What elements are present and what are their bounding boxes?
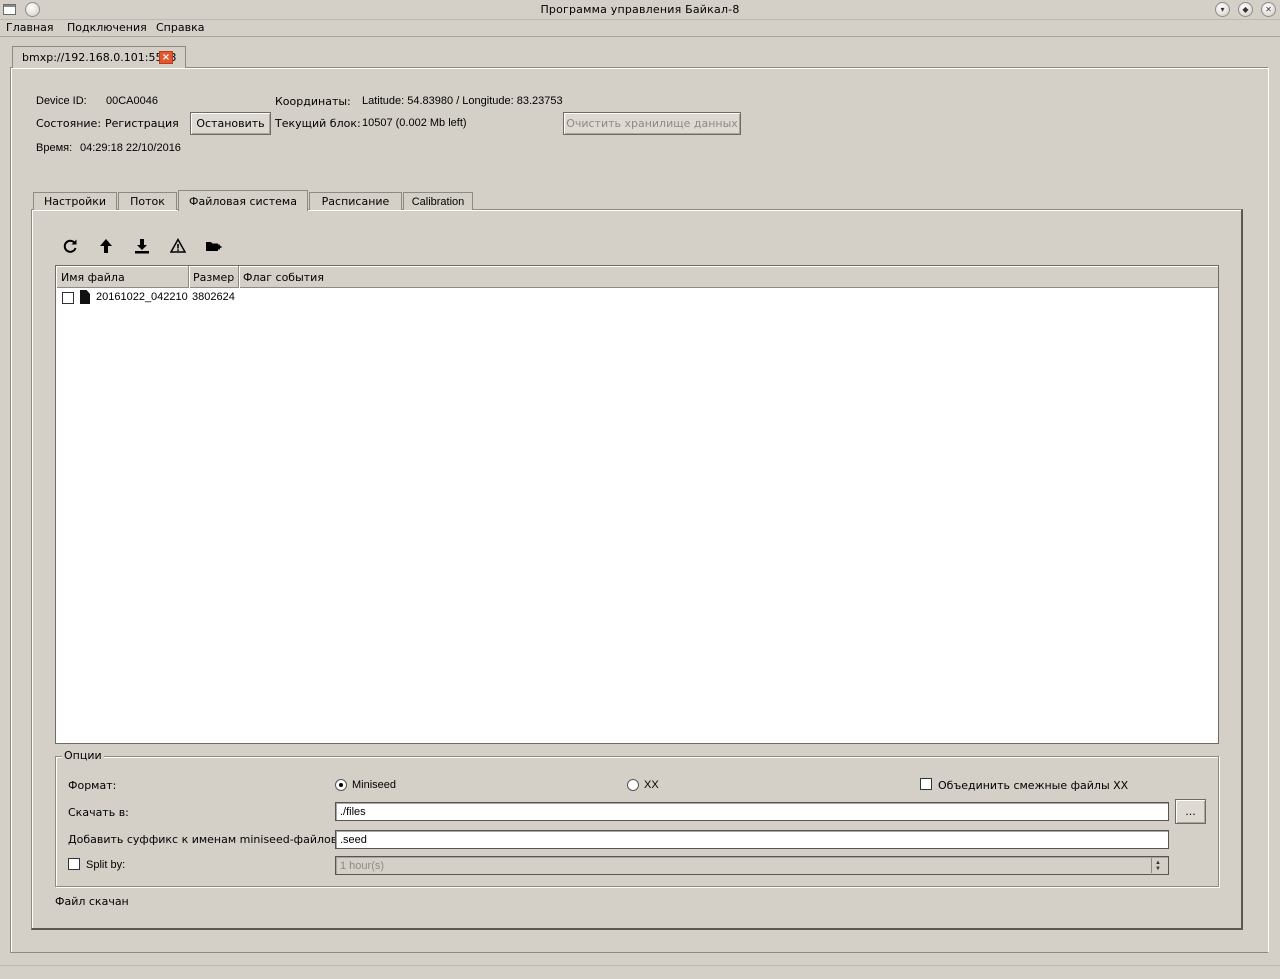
title-bar: Программа управления Байкал-8 ▾ ◆ ✕ bbox=[0, 0, 1280, 20]
tab-filesystem[interactable]: Файловая система bbox=[178, 190, 308, 211]
file-table: Имя файла Размер Флаг события 20161022_0… bbox=[55, 265, 1219, 744]
upload-icon[interactable] bbox=[95, 236, 117, 256]
add-folder-icon[interactable] bbox=[203, 236, 225, 256]
menu-bar: Главная Подключения Справка bbox=[0, 20, 1280, 37]
format-xx-radio[interactable] bbox=[627, 779, 639, 791]
close-window-button[interactable]: ✕ bbox=[1261, 2, 1276, 17]
tab-stream[interactable]: Поток bbox=[118, 192, 177, 210]
connection-tab[interactable]: bmxp://192.168.0.101:5513 × bbox=[12, 46, 186, 68]
file-name: 20161022_042210 bbox=[96, 291, 188, 303]
row-checkbox[interactable] bbox=[62, 292, 74, 304]
file-icon bbox=[80, 290, 90, 304]
split-spinbox[interactable]: 1 hour(s) ▲ ▼ bbox=[335, 856, 1169, 875]
close-icon[interactable]: × bbox=[159, 51, 173, 64]
file-size: 3802624 bbox=[192, 291, 235, 303]
format-xx-label[interactable]: XX bbox=[644, 779, 659, 791]
download-icon[interactable] bbox=[131, 236, 153, 256]
state-label: Состояние: bbox=[36, 117, 102, 130]
tab-settings[interactable]: Настройки bbox=[33, 192, 117, 210]
device-id-label: Device ID: bbox=[36, 95, 87, 107]
spin-down-icon[interactable]: ▼ bbox=[1155, 866, 1161, 872]
stop-button[interactable]: Остановить bbox=[190, 112, 271, 135]
block-label: Текущий блок: bbox=[275, 117, 361, 130]
download-to-label: Скачать в: bbox=[68, 806, 129, 819]
merge-label[interactable]: Объединить смежные файлы XX bbox=[938, 779, 1128, 792]
merge-checkbox[interactable] bbox=[920, 778, 932, 790]
bottom-divider bbox=[0, 965, 1280, 966]
format-miniseed-radio[interactable] bbox=[335, 779, 347, 791]
column-header-flag[interactable]: Флаг события bbox=[239, 266, 1218, 288]
clear-storage-button[interactable]: Очистить хранилище данных bbox=[563, 112, 741, 135]
suffix-label: Добавить суффикс к именам miniseed-файло… bbox=[68, 833, 341, 846]
refresh-icon[interactable] bbox=[59, 236, 81, 256]
tab-schedule[interactable]: Расписание bbox=[309, 192, 402, 210]
window-title: Программа управления Байкал-8 bbox=[540, 3, 740, 16]
maximize-button[interactable]: ◆ bbox=[1238, 2, 1253, 17]
split-checkbox[interactable] bbox=[68, 858, 80, 870]
column-header-size[interactable]: Размер bbox=[189, 266, 239, 288]
coords-value: Latitude: 54.83980 / Longitude: 83.23753 bbox=[362, 95, 563, 107]
menu-item-connections[interactable]: Подключения bbox=[67, 21, 147, 34]
table-header: Имя файла Размер Флаг события bbox=[56, 266, 1218, 288]
state-value: Регистрация bbox=[105, 117, 179, 130]
split-label[interactable]: Split by: bbox=[86, 859, 125, 871]
suffix-input[interactable]: .seed bbox=[335, 830, 1169, 849]
format-miniseed-label[interactable]: Miniseed bbox=[352, 779, 396, 791]
menu-item-main[interactable]: Главная bbox=[6, 21, 54, 34]
chevron-down-icon: ▾ bbox=[1220, 4, 1225, 14]
split-value: 1 hour(s) bbox=[340, 860, 385, 872]
options-group-title: Опции bbox=[62, 749, 104, 762]
status-message: Файл скачан bbox=[55, 895, 129, 908]
tab-calibration[interactable]: Calibration bbox=[403, 192, 473, 210]
device-id-value: 00CA0046 bbox=[106, 95, 158, 107]
menu-item-help[interactable]: Справка bbox=[156, 21, 204, 34]
spin-arrows[interactable]: ▲ ▼ bbox=[1151, 858, 1167, 873]
connection-tab-label: bmxp://192.168.0.101:5513 bbox=[22, 51, 177, 64]
column-header-name[interactable]: Имя файла bbox=[56, 266, 189, 288]
warning-icon[interactable] bbox=[167, 236, 189, 256]
time-label: Время: bbox=[36, 142, 73, 154]
diamond-icon: ◆ bbox=[1242, 4, 1249, 14]
table-row[interactable]: 20161022_042210 3802624 bbox=[56, 289, 1218, 307]
close-icon: ✕ bbox=[1265, 4, 1272, 14]
coords-label: Координаты: bbox=[275, 95, 351, 108]
block-value: 10507 (0.002 Mb left) bbox=[362, 117, 467, 129]
download-path-input[interactable]: ./files bbox=[335, 802, 1169, 821]
minimize-button[interactable]: ▾ bbox=[1215, 2, 1230, 17]
format-label: Формат: bbox=[68, 779, 117, 792]
time-value: 04:29:18 22/10/2016 bbox=[80, 142, 181, 154]
browse-button[interactable]: ... bbox=[1175, 799, 1206, 824]
